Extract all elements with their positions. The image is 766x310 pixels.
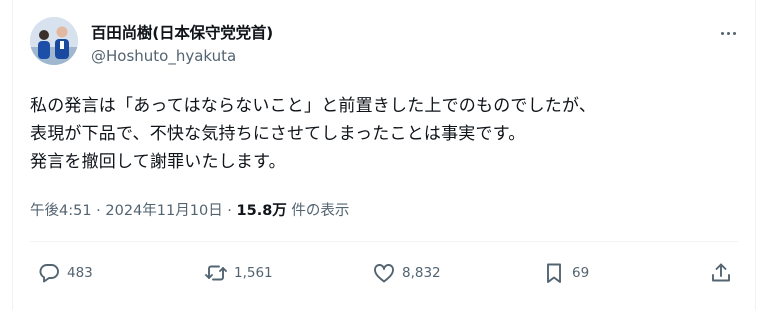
repost-icon [205, 265, 227, 281]
post-card: 百田尚樹(日本保守党党首) @Hoshuto_hyakuta 私の発言は「あって… [12, 0, 756, 310]
post-views-label: 件の表示 [291, 203, 350, 219]
post-meta: 午後4:51 · 2024年11月10日 · 15.8万 件の表示 [30, 203, 350, 219]
bookmark-count: 69 [572, 265, 590, 281]
reply-icon [39, 264, 59, 283]
avatar[interactable] [30, 17, 78, 65]
more-icon[interactable] [715, 26, 741, 40]
like-button[interactable]: 8,832 [372, 260, 441, 286]
post-date[interactable]: 2024年11月10日 [105, 203, 222, 219]
post-text-line: 表現が下品で、不快な気持ちにさせてしまったことは事実です。 [30, 124, 526, 144]
author-handle[interactable]: @Hoshuto_hyakuta [91, 47, 236, 65]
share-icon [712, 263, 730, 282]
post-time[interactable]: 午後4:51 [30, 203, 92, 219]
divider [30, 241, 738, 242]
like-count: 8,832 [402, 265, 441, 281]
bookmark-icon [547, 263, 561, 283]
reply-button[interactable]: 483 [37, 260, 93, 286]
share-button[interactable] [709, 260, 733, 286]
post-views-count[interactable]: 15.8万 [237, 203, 287, 219]
repost-button[interactable]: 1,561 [204, 260, 273, 286]
post-text: 私の発言は「あってはならないこと」と前置きした上でのものでしたが、 表現が下品で… [30, 92, 745, 176]
reply-count: 483 [67, 265, 93, 281]
post-text-line: 発言を撤回して謝罪いたします。 [30, 152, 286, 172]
post-text-line: 私の発言は「あってはならないこと」と前置きした上でのものでしたが、 [30, 96, 597, 116]
repost-count: 1,561 [234, 265, 273, 281]
bookmark-button[interactable]: 69 [542, 260, 589, 286]
like-icon [374, 264, 394, 283]
author-display-name[interactable]: 百田尚樹(日本保守党党首) [91, 21, 273, 43]
